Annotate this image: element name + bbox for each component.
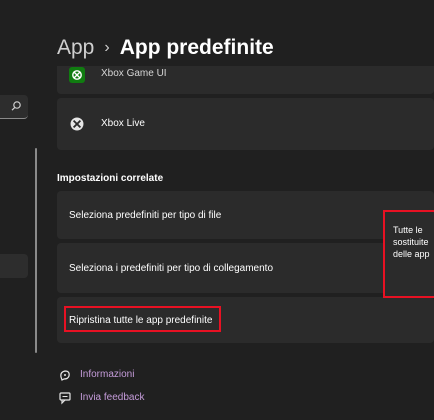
related-item-label: Seleziona predefiniti per tipo di file [69,210,222,221]
related-item-file-type[interactable]: Seleziona predefiniti per tipo di file [57,191,434,239]
help-icon [60,370,70,381]
xbox-game-ui-icon [69,67,85,83]
feedback-icon [59,392,71,405]
breadcrumb-separator: › [104,39,110,56]
sidebar-item-selected[interactable] [0,254,28,278]
app-card-label: Xbox Live [101,118,145,129]
app-card-label: Xbox Game UI [101,68,167,79]
sidebar [0,0,40,420]
xbox-icon [69,116,85,132]
link-label: Informazioni [80,369,135,380]
tooltip-line: Tutte le [393,225,423,235]
page-title: App predefinite [119,36,274,59]
breadcrumb-parent[interactable]: App [57,36,94,59]
app-card-xbox-game-ui[interactable]: Xbox Game UI [57,66,434,94]
link-invia-feedback[interactable]: Invia feedback [58,391,158,405]
breadcrumb: App › App predefinite [57,36,274,66]
sidebar-scrollbar[interactable] [35,148,37,353]
tooltip-line: sostituite [393,237,429,247]
related-item-link-type[interactable]: Seleziona i predefiniti per tipo di coll… [57,243,434,293]
app-card-xbox-live[interactable]: Xbox Live [57,98,434,150]
highlight-reset-defaults [64,306,221,332]
search-input[interactable] [0,95,28,119]
related-item-label: Seleziona i predefiniti per tipo di coll… [69,263,274,274]
link-informazioni[interactable]: Informazioni [58,368,148,382]
related-settings-title: Impostazioni correlate [57,173,164,184]
search-icon [11,101,21,111]
tooltip-line: delle app [393,249,430,259]
link-label: Invia feedback [80,392,145,403]
tooltip-reset-info: Tutte le sostituite delle app [383,210,434,298]
